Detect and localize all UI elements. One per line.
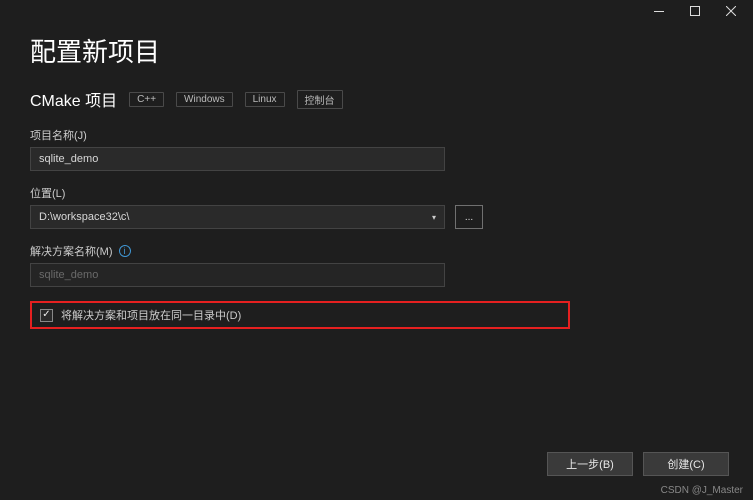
info-icon[interactable]: i	[119, 245, 131, 257]
create-button[interactable]: 创建(C)	[643, 452, 729, 476]
solution-name-group: 解决方案名称(M) i sqlite_demo	[30, 243, 723, 287]
location-value: D:\workspace32\c\	[39, 211, 129, 223]
tag-console: 控制台	[297, 90, 343, 109]
watermark: CSDN @J_Master	[661, 485, 743, 496]
project-name-label: 项目名称(J)	[30, 127, 723, 143]
minimize-button[interactable]	[641, 0, 677, 22]
tag-windows: Windows	[176, 92, 233, 107]
window-titlebar	[0, 0, 753, 22]
footer-buttons: 上一步(B) 创建(C)	[547, 452, 729, 476]
page-title: 配置新项目	[30, 32, 723, 69]
project-name-group: 项目名称(J)	[30, 127, 723, 171]
close-button[interactable]	[713, 0, 749, 22]
chevron-down-icon: ▾	[432, 213, 436, 222]
maximize-icon	[690, 6, 700, 16]
solution-name-input: sqlite_demo	[30, 263, 445, 287]
location-label: 位置(L)	[30, 185, 723, 201]
tag-linux: Linux	[245, 92, 285, 107]
location-group: 位置(L) D:\workspace32\c\ ▾ ...	[30, 185, 723, 229]
browse-button[interactable]: ...	[455, 205, 483, 229]
project-name-input[interactable]	[30, 147, 445, 171]
location-dropdown[interactable]: D:\workspace32\c\ ▾	[30, 205, 445, 229]
project-type-label: CMake 项目	[30, 87, 117, 111]
dialog-content: 配置新项目 CMake 项目 C++ Windows Linux 控制台 项目名…	[0, 22, 753, 329]
tag-cpp: C++	[129, 92, 164, 107]
solution-name-label: 解决方案名称(M)	[30, 243, 113, 259]
same-directory-label: 将解决方案和项目放在同一目录中(D)	[61, 307, 241, 323]
minimize-icon	[654, 11, 664, 12]
back-button[interactable]: 上一步(B)	[547, 452, 633, 476]
same-directory-highlight: ✓ 将解决方案和项目放在同一目录中(D)	[30, 301, 570, 329]
maximize-button[interactable]	[677, 0, 713, 22]
same-directory-checkbox[interactable]: ✓	[40, 309, 53, 322]
project-type-row: CMake 项目 C++ Windows Linux 控制台	[30, 87, 723, 111]
close-icon	[726, 6, 736, 16]
solution-name-label-row: 解决方案名称(M) i	[30, 243, 723, 259]
same-directory-checkbox-row[interactable]: ✓ 将解决方案和项目放在同一目录中(D)	[40, 307, 241, 323]
